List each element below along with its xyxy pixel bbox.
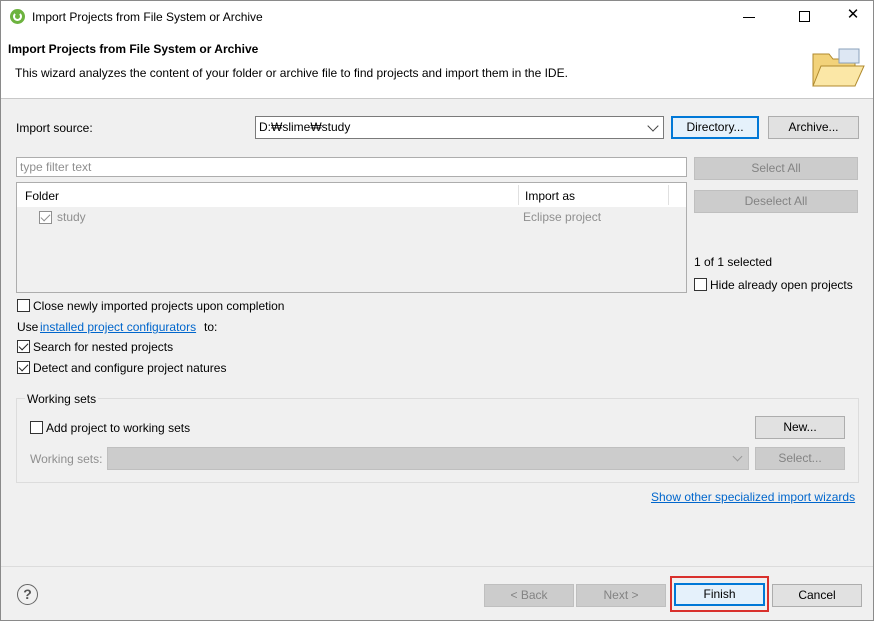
- folder-icon: [809, 46, 865, 90]
- add-to-working-sets-label[interactable]: Add project to working sets: [46, 421, 190, 435]
- help-button[interactable]: ?: [17, 584, 38, 605]
- filter-input[interactable]: type filter text: [16, 157, 687, 177]
- projects-table: Folder Import as study Eclipse project: [16, 182, 687, 293]
- finish-button[interactable]: Finish: [674, 583, 765, 606]
- row-import-as: Eclipse project: [523, 210, 602, 224]
- working-sets-combo[interactable]: [107, 447, 749, 470]
- working-sets-group-label: Working sets: [25, 392, 99, 406]
- close-imported-checkbox[interactable]: [17, 299, 30, 312]
- select-working-sets-button[interactable]: Select...: [755, 447, 845, 470]
- use-suffix: to:: [204, 320, 218, 334]
- row-checkbox[interactable]: [39, 211, 52, 224]
- directory-button[interactable]: Directory...: [671, 116, 759, 139]
- chevron-down-icon: [732, 451, 743, 462]
- title-bar: Import Projects from File System or Arch…: [1, 1, 873, 32]
- table-row[interactable]: study Eclipse project: [17, 207, 686, 227]
- search-nested-checkbox[interactable]: [17, 340, 30, 353]
- column-header-folder[interactable]: Folder: [25, 189, 59, 203]
- column-header-import-as[interactable]: Import as: [525, 189, 575, 203]
- footer-divider: [1, 566, 873, 567]
- close-icon: ✕: [846, 6, 860, 23]
- minimize-button[interactable]: [741, 9, 757, 25]
- import-dialog: Import Projects from File System or Arch…: [0, 0, 874, 621]
- import-source-label: Import source:: [16, 121, 93, 135]
- banner-title: Import Projects from File System or Arch…: [8, 42, 259, 56]
- deselect-all-button[interactable]: Deselect All: [694, 190, 858, 213]
- archive-button[interactable]: Archive...: [768, 116, 859, 139]
- new-working-set-button[interactable]: New...: [755, 416, 845, 439]
- import-source-value: D:₩slime₩study: [259, 120, 351, 134]
- detect-natures-label[interactable]: Detect and configure project natures: [33, 361, 226, 375]
- specialized-wizards-link[interactable]: Show other specialized import wizards: [651, 490, 855, 504]
- working-sets-group: [16, 398, 859, 483]
- configurators-link[interactable]: installed project configurators: [40, 320, 196, 334]
- wizard-banner: Import Projects from File System or Arch…: [1, 32, 873, 99]
- help-icon: ?: [23, 586, 32, 602]
- window-title: Import Projects from File System or Arch…: [32, 10, 263, 24]
- selection-count: 1 of 1 selected: [694, 255, 773, 269]
- select-all-button[interactable]: Select All: [694, 157, 858, 180]
- use-prefix: Use: [17, 320, 39, 334]
- row-folder: study: [57, 210, 86, 224]
- detect-natures-checkbox[interactable]: [17, 361, 30, 374]
- back-button[interactable]: < Back: [484, 584, 574, 607]
- table-header: Folder Import as: [17, 183, 686, 207]
- maximize-button[interactable]: [797, 9, 811, 23]
- next-button[interactable]: Next >: [576, 584, 666, 607]
- eclipse-spring-icon: [10, 9, 25, 24]
- import-source-combo[interactable]: D:₩slime₩study: [255, 116, 664, 139]
- search-nested-label[interactable]: Search for nested projects: [33, 340, 173, 354]
- close-imported-label[interactable]: Close newly imported projects upon compl…: [33, 299, 284, 313]
- hide-open-checkbox[interactable]: [694, 278, 707, 291]
- chevron-down-icon[interactable]: [647, 120, 659, 132]
- add-to-working-sets-checkbox[interactable]: [30, 421, 43, 434]
- cancel-button[interactable]: Cancel: [772, 584, 862, 607]
- banner-description: This wizard analyzes the content of your…: [15, 66, 568, 80]
- close-button[interactable]: ✕: [845, 7, 861, 23]
- working-sets-label: Working sets:: [30, 452, 103, 466]
- filter-placeholder: type filter text: [20, 160, 92, 174]
- hide-open-label[interactable]: Hide already open projects: [710, 278, 853, 292]
